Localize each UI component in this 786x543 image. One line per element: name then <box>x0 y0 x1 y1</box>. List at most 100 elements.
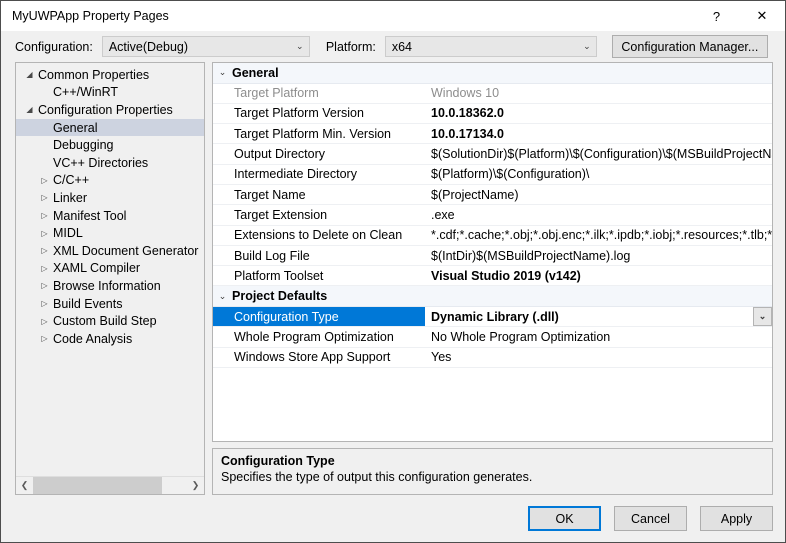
chevron-right-icon[interactable]: ▷ <box>37 264 52 273</box>
property-row[interactable]: Target Platform Version 10.0.18362.0 <box>213 104 772 125</box>
chevron-down-icon[interactable]: ⌄ <box>213 67 232 78</box>
apply-button[interactable]: Apply <box>700 506 773 531</box>
tree-item-label: XML Document Generator <box>53 243 199 258</box>
scroll-right-icon[interactable]: ❯ <box>187 477 204 494</box>
property-row[interactable]: Target Platform Min. Version 10.0.17134.0 <box>213 124 772 145</box>
tree-item-label: Browse Information <box>53 278 161 293</box>
tree-item-label: Custom Build Step <box>53 314 157 329</box>
property-row[interactable]: Platform Toolset Visual Studio 2019 (v142… <box>213 266 772 287</box>
tree-item-configuration-properties[interactable]: ◢ Configuration Properties <box>16 101 204 119</box>
property-value[interactable]: $(Platform)\$(Configuration)\ <box>425 165 772 184</box>
chevron-right-icon[interactable]: ▷ <box>37 246 52 255</box>
property-name: Target Platform Min. Version <box>234 126 392 141</box>
grid-section-header[interactable]: ⌄ General <box>213 63 772 84</box>
tree-item-midl[interactable]: ▷ MIDL <box>16 224 204 242</box>
value-dropdown-button[interactable]: ⌄ <box>753 306 772 327</box>
help-icon[interactable]: ? <box>694 2 739 31</box>
close-icon[interactable]: ✕ <box>739 2 785 31</box>
property-value[interactable]: *.cdf;*.cache;*.obj;*.obj.enc;*.ilk;*.ip… <box>425 226 772 245</box>
configuration-combobox[interactable]: Active(Debug) ⌄ <box>101 36 310 57</box>
property-row[interactable]: Intermediate Directory $(Platform)\$(Conf… <box>213 165 772 185</box>
tree-item-vc-directories[interactable]: VC++ Directories <box>16 154 204 172</box>
property-row[interactable]: Configuration Type Dynamic Library (.dll)… <box>213 306 772 328</box>
property-tree[interactable]: ◢ Common Properties C++/WinRT ◢ Configuratio… <box>16 63 204 476</box>
property-name: Windows Store App Support <box>234 350 391 365</box>
tree-item-label: Manifest Tool <box>53 208 127 223</box>
property-row[interactable]: Windows Store App Support Yes <box>213 348 772 368</box>
platform-combobox[interactable]: x64 ⌄ <box>384 36 597 57</box>
chevron-right-icon[interactable]: ▷ <box>37 193 52 202</box>
ok-button[interactable]: OK <box>528 506 601 531</box>
tree-item-xml-document-generator[interactable]: ▷ XML Document Generator <box>16 242 204 260</box>
chevron-down-icon[interactable]: ◢ <box>22 105 37 114</box>
property-value-text: $(SolutionDir)$(Platform)\$(Configuratio… <box>431 147 772 162</box>
property-value[interactable]: $(SolutionDir)$(Platform)\$(Configuratio… <box>425 144 772 163</box>
property-value[interactable]: No Whole Program Optimization <box>425 327 772 346</box>
scrollbar-thumb[interactable] <box>33 477 163 494</box>
property-name: Target Platform <box>234 86 319 101</box>
chevron-right-icon[interactable]: ▷ <box>37 229 52 238</box>
property-row[interactable]: Target Platform Windows 10 <box>213 84 772 104</box>
right-panel: ⌄ General Target Platform Windows 10 Target … <box>212 62 773 495</box>
configuration-toolbar: Configuration: Active(Debug) ⌄ Platform:… <box>1 31 785 62</box>
property-value[interactable]: Dynamic Library (.dll) ⌄ <box>425 306 772 327</box>
property-value[interactable]: 10.0.18362.0 <box>425 104 772 123</box>
tree-item-xaml-compiler[interactable]: ▷ XAML Compiler <box>16 260 204 278</box>
tree-item-label: Code Analysis <box>53 331 133 346</box>
tree-item-common-properties[interactable]: ◢ Common Properties <box>16 66 204 84</box>
tree-item-build-events[interactable]: ▷ Build Events <box>16 295 204 313</box>
tree-item-browse-information[interactable]: ▷ Browse Information <box>16 277 204 295</box>
property-row[interactable]: Output Directory $(SolutionDir)$(Platform… <box>213 144 772 165</box>
property-tree-panel: ◢ Common Properties C++/WinRT ◢ Configuratio… <box>15 62 205 495</box>
tree-item-general[interactable]: General <box>16 118 204 137</box>
window-title: MyUWPApp Property Pages <box>12 9 169 23</box>
property-value[interactable]: $(ProjectName) <box>425 185 772 204</box>
platform-label: Platform: <box>325 39 376 54</box>
property-value-text: Windows 10 <box>431 86 500 101</box>
property-row[interactable]: Build Log File $(IntDir)$(MSBuildProjectN… <box>213 246 772 267</box>
chevron-right-icon[interactable]: ▷ <box>37 317 52 326</box>
chevron-right-icon[interactable]: ▷ <box>37 334 52 343</box>
tree-item-debugging[interactable]: Debugging <box>16 136 204 154</box>
property-row[interactable]: Extensions to Delete on Clean *.cdf;*.cac… <box>213 226 772 246</box>
chevron-right-icon[interactable]: ▷ <box>37 299 52 308</box>
property-row[interactable]: Whole Program Optimization No Whole Progr… <box>213 327 772 348</box>
tree-item-label: VC++ Directories <box>53 155 149 170</box>
tree-item-linker[interactable]: ▷ Linker <box>16 189 204 207</box>
tree-item-c-c[interactable]: ▷ C/C++ <box>16 172 204 190</box>
scrollbar-track[interactable] <box>33 477 187 494</box>
chevron-right-icon[interactable]: ▷ <box>37 211 52 220</box>
property-value[interactable]: $(IntDir)$(MSBuildProjectName).log <box>425 246 772 265</box>
tree-item-label: Linker <box>53 190 88 205</box>
chevron-right-icon[interactable]: ▷ <box>37 281 52 290</box>
configuration-manager-button[interactable]: Configuration Manager... <box>611 35 768 58</box>
tree-item-manifest-tool[interactable]: ▷ Manifest Tool <box>16 207 204 225</box>
property-value[interactable]: Windows 10 <box>425 84 772 103</box>
property-value-text: $(Platform)\$(Configuration)\ <box>431 167 590 182</box>
grid-section-header[interactable]: ⌄ Project Defaults <box>213 286 772 307</box>
tree-item-custom-build-step[interactable]: ▷ Custom Build Step <box>16 312 204 330</box>
scroll-left-icon[interactable]: ❮ <box>16 477 33 494</box>
property-value[interactable]: Visual Studio 2019 (v142) <box>425 266 772 285</box>
tree-item-code-analysis[interactable]: ▷ Code Analysis <box>16 330 204 348</box>
tree-item-c-winrt[interactable]: C++/WinRT <box>16 84 204 102</box>
dialog-footer: OK Cancel Apply <box>1 495 785 542</box>
chevron-right-icon[interactable]: ▷ <box>37 176 52 185</box>
title-bar: MyUWPApp Property Pages ? ✕ <box>1 1 785 31</box>
cancel-button[interactable]: Cancel <box>614 506 687 531</box>
property-value[interactable]: .exe <box>425 205 772 224</box>
tree-item-label: Common Properties <box>38 67 150 82</box>
chevron-down-icon[interactable]: ◢ <box>22 70 37 79</box>
description-panel: Configuration Type Specifies the type of… <box>212 448 773 495</box>
property-name: Platform Toolset <box>234 268 324 283</box>
tree-horizontal-scrollbar[interactable]: ❮ ❯ <box>16 476 204 494</box>
property-name: Build Log File <box>234 248 310 263</box>
property-row[interactable]: Target Name $(ProjectName) <box>213 185 772 206</box>
property-name: Target Extension <box>234 207 328 222</box>
property-row[interactable]: Target Extension .exe <box>213 205 772 226</box>
chevron-down-icon[interactable]: ⌄ <box>213 291 232 302</box>
configuration-value: Active(Debug) <box>108 39 189 54</box>
property-value[interactable]: 10.0.17134.0 <box>425 124 772 143</box>
property-value-text: Yes <box>431 350 452 365</box>
property-value[interactable]: Yes <box>425 348 772 367</box>
